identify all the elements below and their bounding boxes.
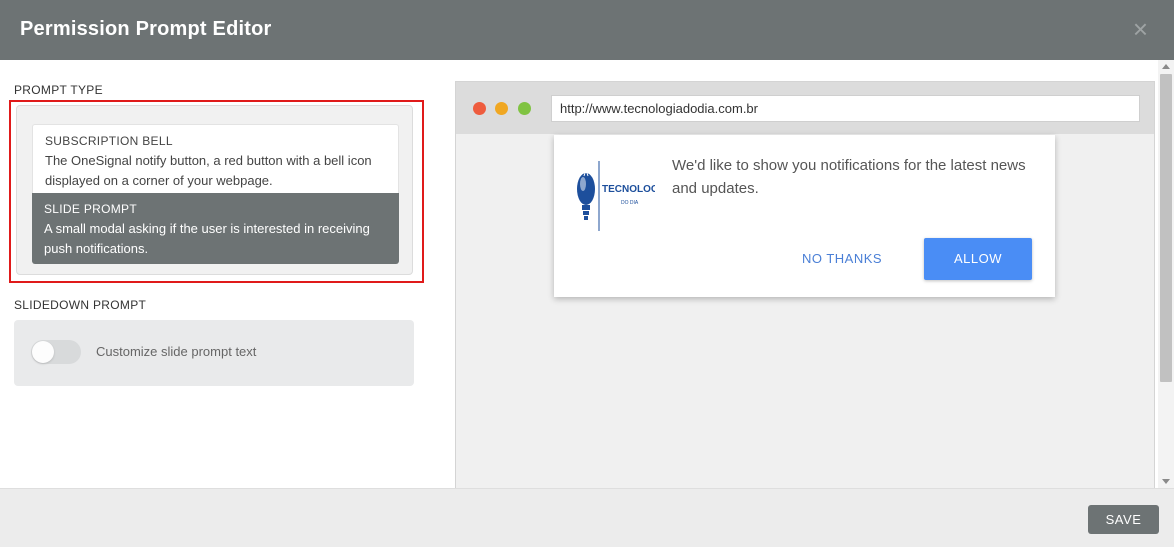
site-logo: TECNOLOGIA DO DIA	[577, 161, 655, 231]
slidedown-settings: Customize slide prompt text	[14, 320, 414, 386]
title-bar: Permission Prompt Editor ×	[0, 0, 1174, 60]
scroll-up-arrow-icon[interactable]	[1162, 64, 1170, 69]
option-description: A small modal asking if the user is inte…	[44, 221, 370, 256]
toggle-label: Customize slide prompt text	[96, 344, 257, 359]
no-thanks-button[interactable]: NO THANKS	[790, 238, 894, 280]
option-subscription-bell[interactable]: SUBSCRIPTION BELL The OneSignal notify b…	[32, 124, 399, 193]
slidedown-prompt-label: SLIDEDOWN PROMPT	[14, 298, 147, 312]
save-button[interactable]: SAVE	[1088, 505, 1159, 534]
browser-preview: http://www.tecnologiadodia.com.br TECNOL…	[455, 81, 1155, 488]
browser-toolbar: http://www.tecnologiadodia.com.br	[456, 82, 1154, 134]
slide-prompt-modal: TECNOLOGIA DO DIA We'd like to show you …	[554, 135, 1055, 297]
option-title: SUBSCRIPTION BELL	[45, 134, 173, 148]
allow-button[interactable]: ALLOW	[924, 238, 1032, 280]
prompt-type-selector: SUBSCRIPTION BELL The OneSignal notify b…	[16, 105, 413, 275]
logo-name: TECNOLOGIA	[602, 184, 655, 195]
address-bar: http://www.tecnologiadodia.com.br	[551, 95, 1140, 122]
logo-sub: DO DIA	[621, 200, 639, 206]
option-title: SLIDE PROMPT	[44, 202, 137, 216]
dialog-title: Permission Prompt Editor	[20, 18, 272, 40]
close-icon[interactable]: ×	[1133, 14, 1148, 44]
window-close-dot-icon	[473, 102, 486, 115]
prompt-message: We'd like to show you notifications for …	[672, 157, 1026, 197]
option-slide-prompt[interactable]: SLIDE PROMPT A small modal asking if the…	[32, 193, 399, 264]
lightbulb-icon	[577, 168, 595, 220]
window-maximize-dot-icon	[518, 102, 531, 115]
scroll-thumb[interactable]	[1160, 74, 1172, 382]
toggle-knob	[32, 341, 54, 363]
dialog-footer: SAVE	[0, 488, 1174, 547]
option-description: The OneSignal notify button, a red butto…	[45, 153, 372, 188]
scroll-down-arrow-icon[interactable]	[1162, 479, 1170, 484]
vertical-scrollbar[interactable]	[1158, 60, 1174, 488]
prompt-type-label: PROMPT TYPE	[14, 83, 103, 97]
window-minimize-dot-icon	[495, 102, 508, 115]
customize-text-toggle[interactable]	[31, 340, 81, 364]
